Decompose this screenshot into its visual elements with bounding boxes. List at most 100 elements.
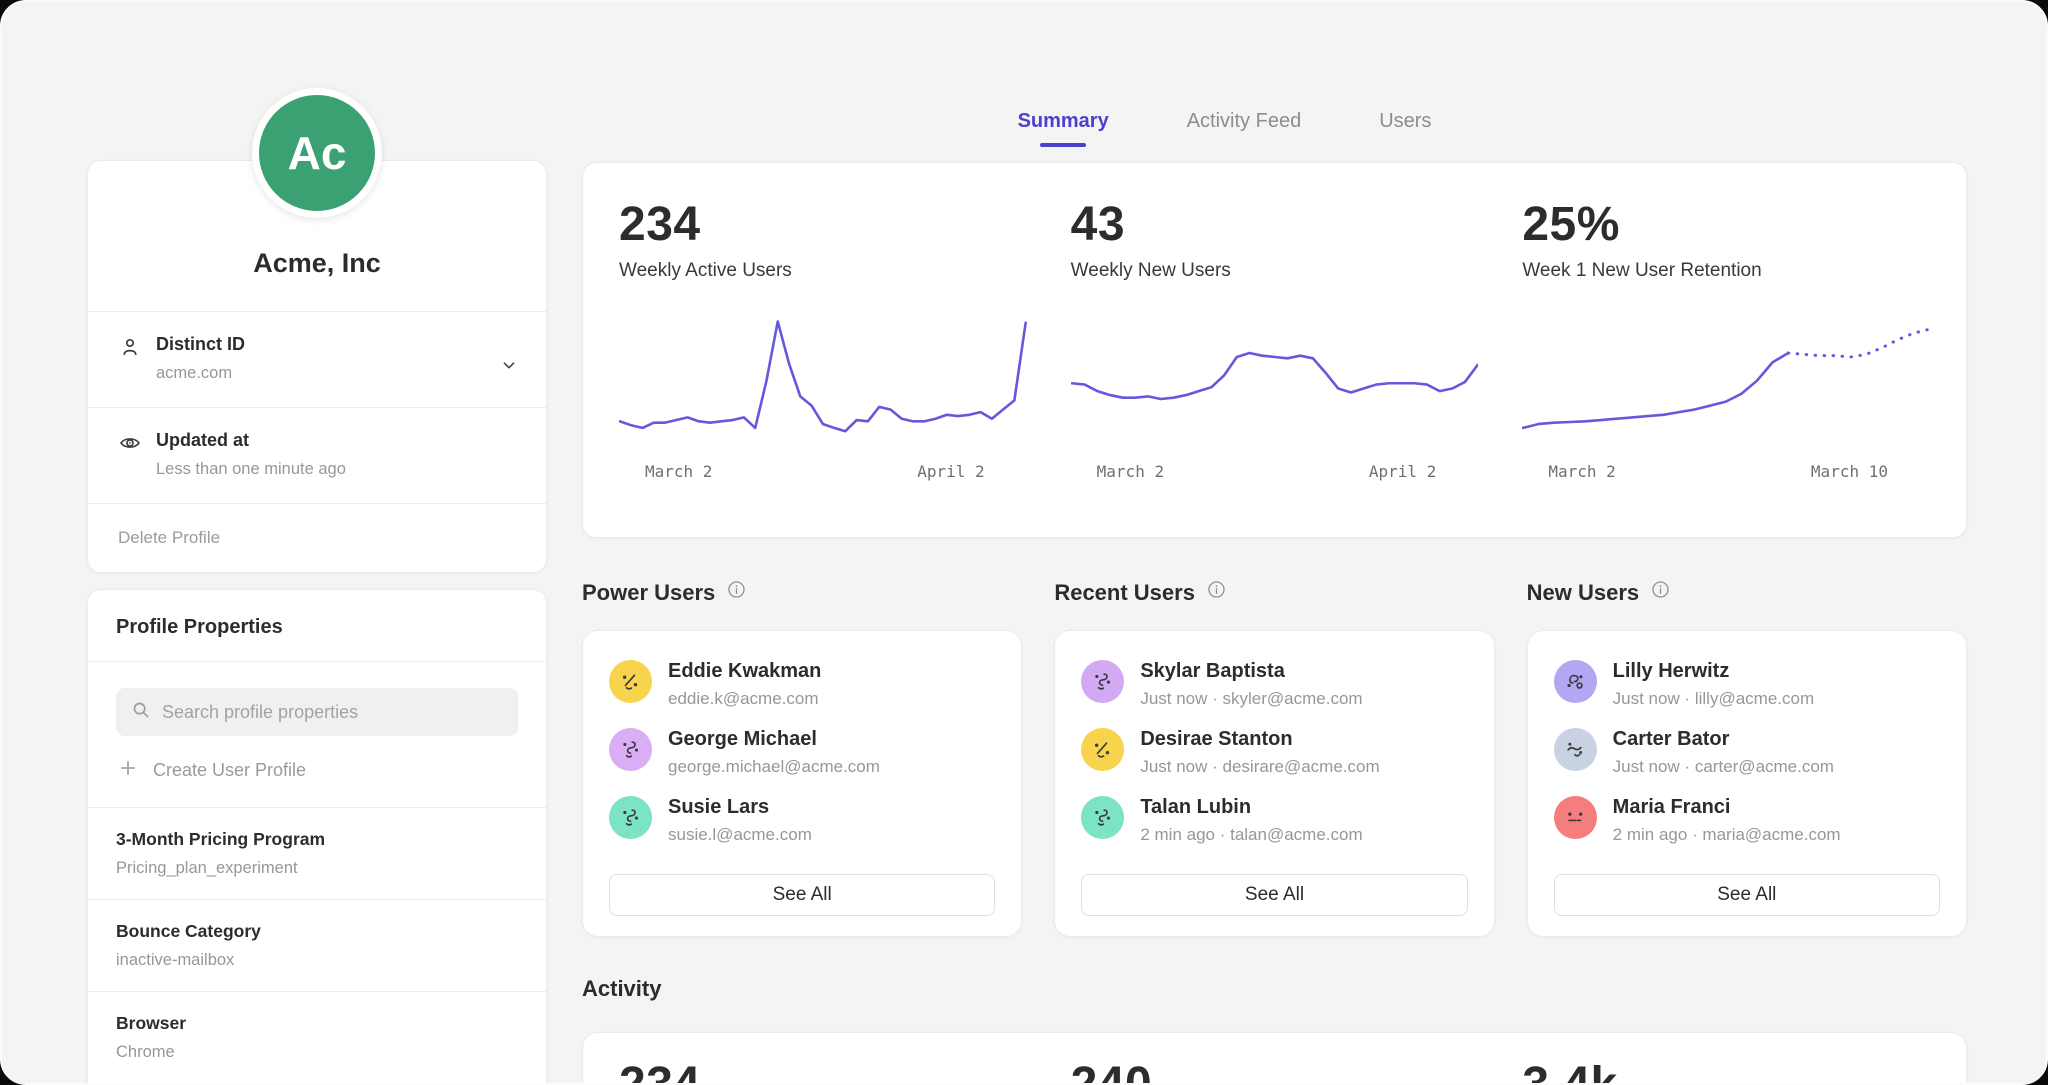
power-users-title: Power Users <box>582 580 715 606</box>
profile-dashboard-window: Ac Acme, Inc Distinct ID acme.com <box>0 0 2048 1085</box>
user-meta: Just now · skyler@acme.com <box>1140 689 1362 709</box>
profile-properties-title: Profile Properties <box>88 590 546 662</box>
user-name: Susie Lars <box>668 796 812 819</box>
x-axis-end-label: April 2 <box>1369 462 1436 481</box>
user-avatar <box>1554 728 1597 771</box>
user-row[interactable]: Desirae Stanton Just now · desirare@acme… <box>1081 728 1467 777</box>
metric-label: Weekly Active Users <box>619 260 1027 282</box>
metric-value: 25% <box>1522 197 1930 252</box>
company-avatar: Ac <box>252 88 382 218</box>
user-name: Carter Bator <box>1613 728 1834 751</box>
distinct-id-row[interactable]: Distinct ID acme.com <box>88 311 546 407</box>
see-all-button[interactable]: See All <box>609 874 995 916</box>
x-axis-labels: March 2 April 2 <box>619 462 1027 481</box>
user-row[interactable]: Susie Lars susie.l@acme.com <box>609 796 995 845</box>
activity-section-title: Activity <box>582 976 661 1002</box>
property-name: Browser <box>116 1013 518 1034</box>
plus-icon <box>118 758 138 783</box>
metric-weekly-new-users: 43 Weekly New Users March 2 April 2 <box>1071 197 1479 481</box>
distinct-id-value: acme.com <box>156 364 498 383</box>
delete-profile-button[interactable]: Delete Profile <box>88 503 546 572</box>
x-axis-start-label: March 2 <box>1548 462 1615 481</box>
x-axis-end-label: April 2 <box>917 462 984 481</box>
activity-card: 234 240 3.4k <box>582 1032 1967 1085</box>
user-avatar <box>609 660 652 703</box>
user-row[interactable]: Skylar Baptista Just now · skyler@acme.c… <box>1081 660 1467 709</box>
x-axis-start-label: March 2 <box>645 462 712 481</box>
updated-at-label: Updated at <box>156 430 520 451</box>
recent-users-card: Skylar Baptista Just now · skyler@acme.c… <box>1054 630 1494 937</box>
user-row[interactable]: Lilly Herwitz Just now · lilly@acme.com <box>1554 660 1940 709</box>
user-meta: george.michael@acme.com <box>668 757 880 777</box>
user-section-headers: Power Users Recent Users <box>582 579 1967 606</box>
user-meta: eddie.k@acme.com <box>668 689 821 709</box>
updated-at-value: Less than one minute ago <box>156 460 520 479</box>
activity-metric-value: 3.4k <box>1522 1057 1930 1085</box>
user-meta: susie.l@acme.com <box>668 825 812 845</box>
new-users-title: New Users <box>1527 580 1640 606</box>
see-all-button[interactable]: See All <box>1081 874 1467 916</box>
create-user-profile-label: Create User Profile <box>153 760 306 781</box>
activity-metric-value: 240 <box>1071 1057 1479 1085</box>
user-name: Desirae Stanton <box>1140 728 1379 751</box>
user-avatar <box>1081 796 1124 839</box>
user-row[interactable]: Maria Franci 2 min ago · maria@acme.com <box>1554 796 1940 845</box>
create-user-profile-button[interactable]: Create User Profile <box>88 736 546 807</box>
property-name: Bounce Category <box>116 921 518 942</box>
user-row[interactable]: George Michael george.michael@acme.com <box>609 728 995 777</box>
user-row[interactable]: Eddie Kwakman eddie.k@acme.com <box>609 660 995 709</box>
company-name: Acme, Inc <box>253 248 381 279</box>
info-icon[interactable] <box>1650 579 1671 606</box>
see-all-button[interactable]: See All <box>1554 874 1940 916</box>
profile-properties-search[interactable] <box>116 688 518 736</box>
user-meta: Just now · lilly@acme.com <box>1613 689 1814 709</box>
property-item-pricing-program[interactable]: 3-Month Pricing Program Pricing_plan_exp… <box>88 807 546 899</box>
weekly-new-users-sparkline <box>1071 302 1479 454</box>
metric-label: Weekly New Users <box>1071 260 1479 282</box>
user-name: George Michael <box>668 728 880 751</box>
weekly-active-users-sparkline <box>619 302 1027 454</box>
metric-week1-retention: 25% Week 1 New User Retention March 2 Ma… <box>1522 197 1930 481</box>
user-name: Skylar Baptista <box>1140 660 1362 683</box>
metric-value: 234 <box>619 197 1027 252</box>
updated-at-row: Updated at Less than one minute ago <box>88 407 546 503</box>
user-avatar <box>609 796 652 839</box>
user-name: Talan Lubin <box>1140 796 1362 819</box>
user-avatar <box>1554 796 1597 839</box>
user-meta: Just now · desirare@acme.com <box>1140 757 1379 777</box>
user-avatar <box>609 728 652 771</box>
distinct-id-label: Distinct ID <box>156 334 498 355</box>
tab-bar: Summary Activity Feed Users <box>532 110 1917 147</box>
tab-summary[interactable]: Summary <box>1018 110 1109 147</box>
x-axis-labels: March 2 March 10 <box>1522 462 1930 481</box>
new-users-header: New Users <box>1527 579 1967 606</box>
chevron-down-icon[interactable] <box>498 354 520 381</box>
user-avatar <box>1554 660 1597 703</box>
tab-activity-feed[interactable]: Activity Feed <box>1187 110 1301 147</box>
user-avatar <box>1081 660 1124 703</box>
property-value: Pricing_plan_experiment <box>116 859 518 878</box>
search-input[interactable] <box>162 702 504 723</box>
retention-sparkline <box>1522 302 1930 454</box>
person-icon <box>118 334 156 383</box>
metric-label: Week 1 New User Retention <box>1522 260 1930 282</box>
power-users-card: Eddie Kwakman eddie.k@acme.com George Mi… <box>582 630 1022 937</box>
user-row[interactable]: Talan Lubin 2 min ago · talan@acme.com <box>1081 796 1467 845</box>
info-icon[interactable] <box>726 579 747 606</box>
tab-users[interactable]: Users <box>1379 110 1431 147</box>
activity-metric-value: 234 <box>619 1057 1027 1085</box>
property-value: inactive-mailbox <box>116 951 518 970</box>
user-avatar <box>1081 728 1124 771</box>
eye-icon <box>118 430 156 479</box>
property-item-browser[interactable]: Browser Chrome <box>88 991 546 1083</box>
user-name: Lilly Herwitz <box>1613 660 1814 683</box>
user-meta: 2 min ago · talan@acme.com <box>1140 825 1362 845</box>
user-name: Maria Franci <box>1613 796 1841 819</box>
property-item-bounce-category[interactable]: Bounce Category inactive-mailbox <box>88 899 546 991</box>
info-icon[interactable] <box>1206 579 1227 606</box>
new-users-card: Lilly Herwitz Just now · lilly@acme.com … <box>1527 630 1967 937</box>
user-row[interactable]: Carter Bator Just now · carter@acme.com <box>1554 728 1940 777</box>
user-meta: Just now · carter@acme.com <box>1613 757 1834 777</box>
x-axis-start-label: March 2 <box>1097 462 1164 481</box>
profile-properties-card: Profile Properties Create User Profile <box>87 589 547 1085</box>
